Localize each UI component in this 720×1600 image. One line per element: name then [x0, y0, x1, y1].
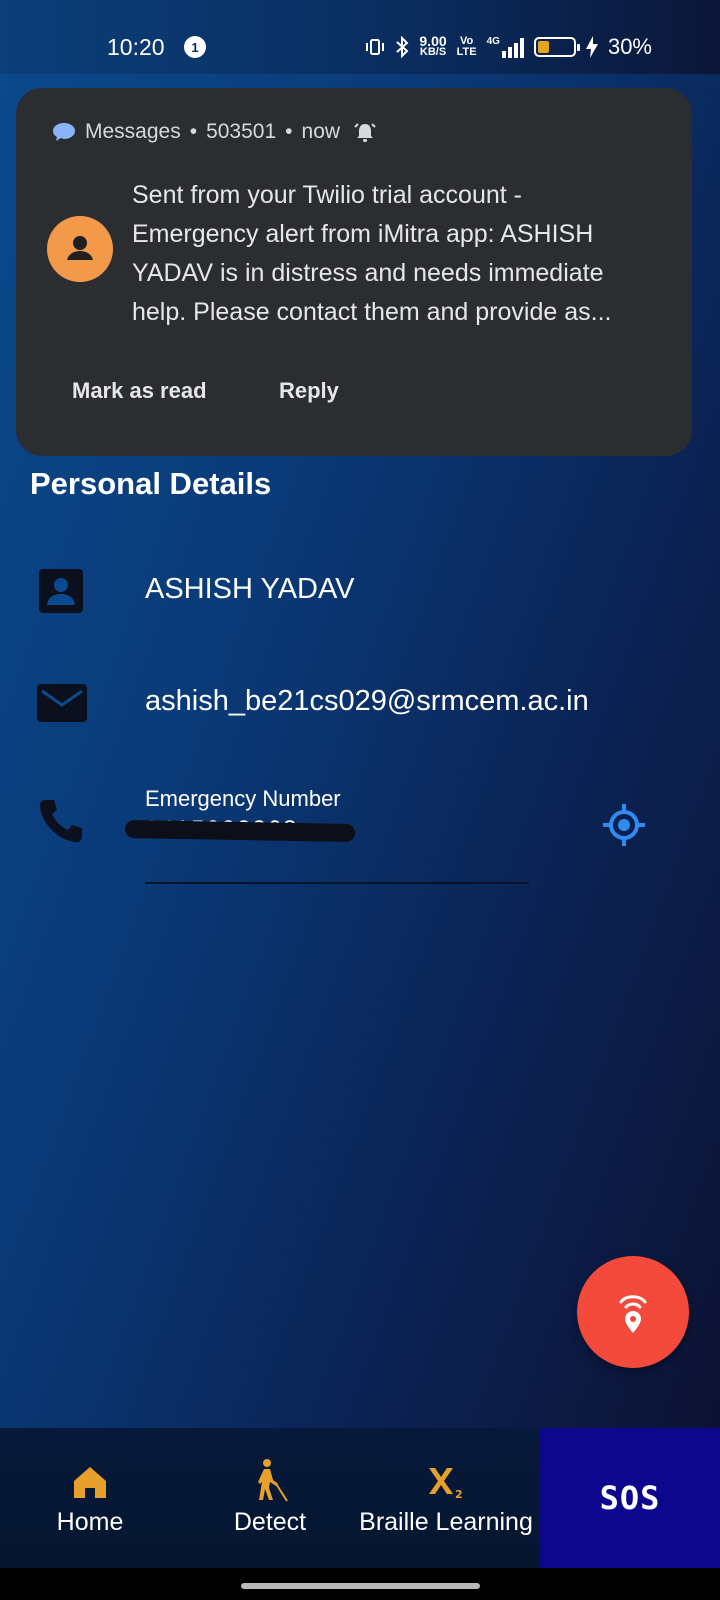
notification-time: now [301, 120, 341, 143]
section-title: Personal Details [30, 466, 272, 501]
svg-text:2: 2 [455, 1488, 463, 1500]
battery-icon [533, 37, 580, 57]
status-bar: 10:20 1 9.00 KB/S Vo LTE 4G 30% [0, 0, 720, 74]
sender-avatar [47, 216, 113, 282]
notification-app-name: Messages [85, 120, 181, 143]
header-separator: • [285, 120, 293, 143]
network-speed: 9.00 KB/S [419, 34, 447, 58]
gesture-handle[interactable] [241, 1583, 480, 1589]
alert-bell-icon [354, 123, 376, 142]
reply-button[interactable]: Reply [279, 378, 339, 404]
share-location-fab[interactable] [577, 1256, 689, 1368]
header-separator: • [189, 120, 198, 143]
signal-icon: 4G [487, 36, 524, 58]
sos-label: SOS [599, 1479, 661, 1517]
volte-indicator: Vo LTE [457, 36, 477, 58]
message-line: Sent from your Twilio trial account - [132, 181, 522, 209]
message-line: YADAV is in distress and needs immediate [132, 259, 604, 287]
nav-sos-button[interactable]: SOS [540, 1428, 720, 1568]
net-speed-unit: KB/S [419, 46, 447, 58]
messages-app-icon [53, 123, 75, 141]
mark-as-read-button[interactable]: Mark as read [72, 378, 207, 404]
home-icon [74, 1467, 106, 1498]
my-location-icon[interactable] [602, 803, 646, 847]
input-underline [145, 882, 529, 884]
network-type: 4G [486, 36, 500, 47]
notification-header: Messages • 503501 • now [52, 120, 377, 144]
battery-percent: 30% [607, 34, 652, 59]
contact-card-icon [39, 569, 83, 613]
volte-bottom: LTE [456, 46, 477, 58]
notification-count-badge: 1 [184, 36, 206, 58]
phone-icon [39, 800, 82, 843]
bluetooth-icon [396, 36, 409, 58]
user-email: ashish_be21cs029@srmcem.ac.in [145, 685, 589, 717]
vibrate-icon [366, 39, 385, 55]
emergency-number-label: Emergency Number [145, 786, 341, 811]
blind-walking-icon [258, 1459, 288, 1502]
charging-icon [585, 36, 598, 58]
nav-detect-label: Detect [233, 1508, 307, 1536]
subscript-icon: 2 [429, 1468, 463, 1500]
message-line: Emergency alert from iMitra app: ASHISH [132, 220, 594, 248]
notification-message: Sent from your Twilio trial account - Em… [132, 176, 672, 332]
nav-braille-label: Braille Learning [359, 1508, 533, 1536]
nav-braille-learning[interactable]: 2 Braille Learning [355, 1428, 537, 1568]
email-icon [37, 684, 87, 722]
bottom-navigation: Home Detect 2 Braille Learning SOS [0, 1428, 720, 1568]
nav-home[interactable]: Home [30, 1428, 150, 1568]
person-icon [67, 236, 93, 260]
nav-home-label: Home [56, 1508, 124, 1536]
location-broadcast-icon [619, 1295, 647, 1333]
notification-sender: 503501 [206, 120, 277, 143]
message-line: help. Please contact them and provide as… [132, 298, 612, 326]
user-name: ASHISH YADAV [145, 573, 355, 605]
message-notification[interactable]: Messages • 503501 • now Sent from your T… [16, 88, 692, 456]
status-time: 10:20 [107, 34, 165, 60]
status-icons: 9.00 KB/S Vo LTE 4G 30% [365, 34, 652, 60]
nav-detect[interactable]: Detect [210, 1428, 330, 1568]
